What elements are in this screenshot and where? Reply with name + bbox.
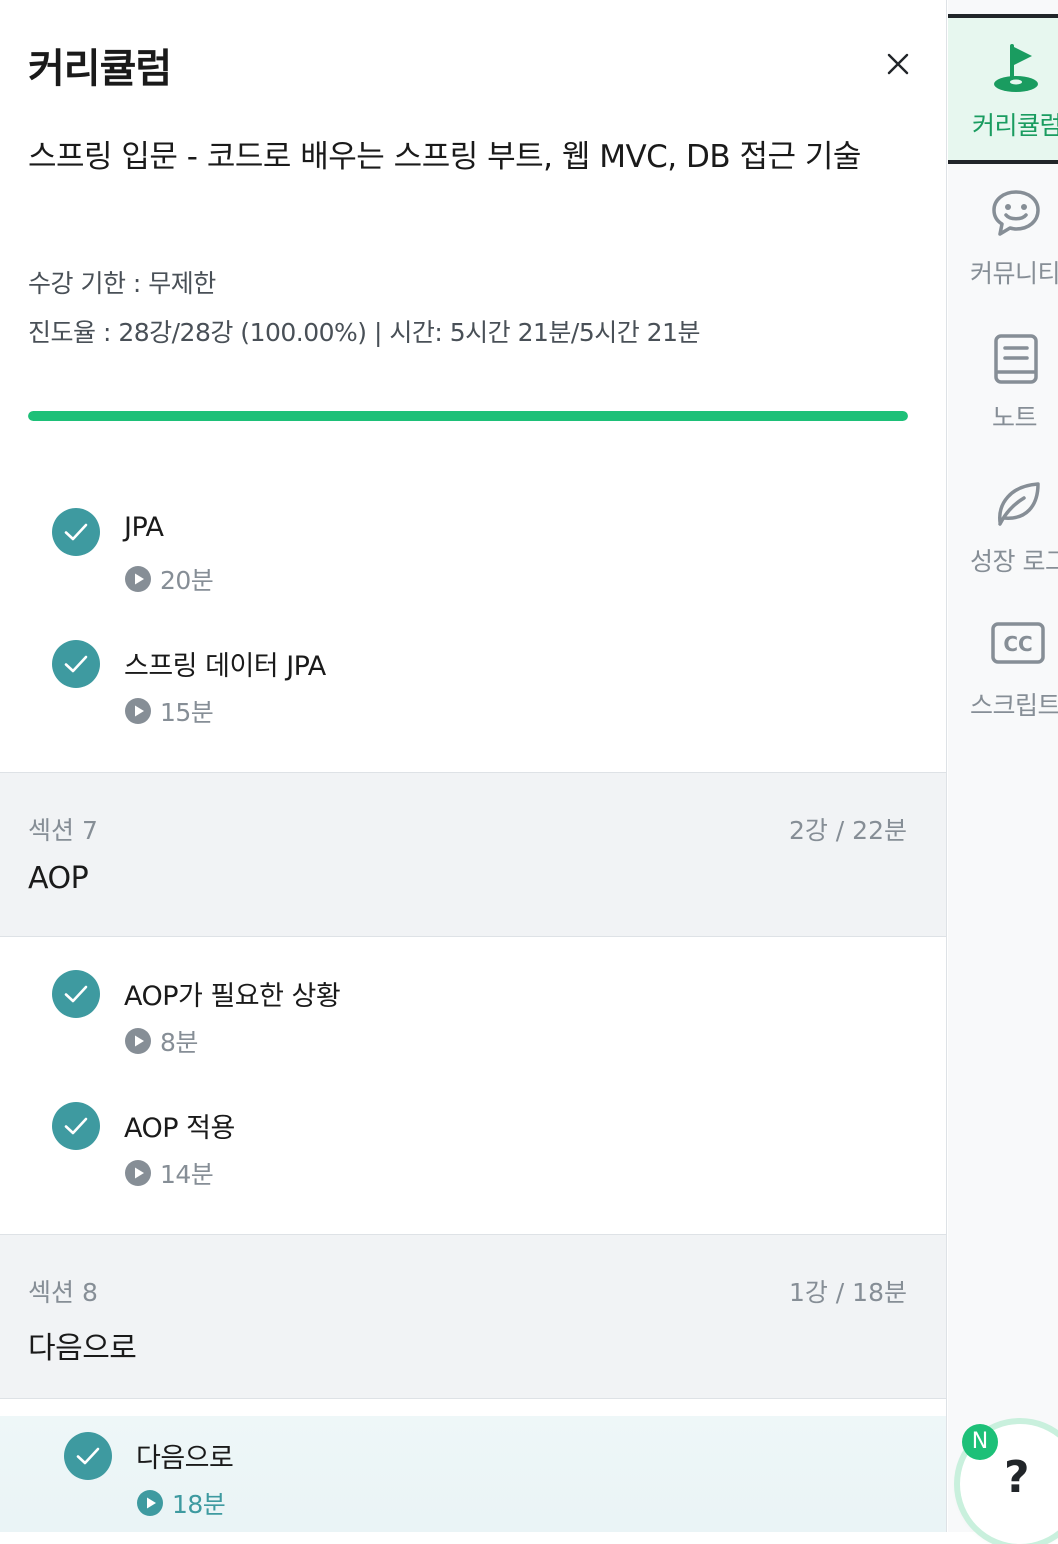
lesson-item[interactable]: JPA 20분 bbox=[0, 502, 946, 634]
progress-bar-fill bbox=[28, 411, 908, 421]
lesson-title: 다음으로 bbox=[136, 1443, 234, 1474]
rail-label: 스크립트 bbox=[970, 691, 1058, 720]
lesson-duration: 14분 bbox=[124, 1158, 214, 1189]
play-icon bbox=[125, 1160, 151, 1186]
rail-item-script[interactable]: CC 스크립트 bbox=[948, 598, 1058, 743]
lesson-item-current[interactable]: 다음으로 18분 bbox=[0, 1416, 946, 1532]
rail-label: 노트 bbox=[992, 403, 1038, 432]
section-count: 2강 / 22분 bbox=[788, 816, 907, 845]
lesson-duration: 15분 bbox=[124, 696, 214, 727]
lesson-title: AOP 적용 bbox=[124, 1113, 235, 1144]
panel-title: 커리큘럼 bbox=[28, 46, 172, 92]
section-name: 다음으로 bbox=[28, 1331, 137, 1366]
lesson-title: 스프링 데이터 JPA bbox=[124, 651, 326, 682]
play-icon bbox=[125, 698, 151, 724]
section-name: AOP bbox=[28, 861, 89, 896]
question-icon: ? bbox=[1004, 1452, 1030, 1503]
section-number: 섹션 8 bbox=[28, 1278, 98, 1307]
flag-icon bbox=[994, 44, 1038, 92]
svg-text:CC: CC bbox=[1003, 632, 1032, 656]
rail-item-curriculum[interactable]: 커리큘럼 bbox=[948, 14, 1058, 164]
closed-caption-icon: CC bbox=[991, 622, 1045, 664]
lesson-item[interactable]: 스프링 데이터 JPA 15분 bbox=[0, 634, 946, 766]
lesson-duration: 20분 bbox=[124, 564, 214, 595]
rail-label: 커리큘럼 bbox=[972, 111, 1058, 140]
lesson-duration-text: 18분 bbox=[172, 1490, 226, 1519]
play-icon bbox=[125, 566, 151, 592]
play-icon bbox=[137, 1490, 163, 1516]
course-progress-text: 진도율 : 28강/28강 (100.00%) | 시간: 5시간 21분/5시… bbox=[28, 318, 701, 347]
check-circle-icon bbox=[64, 1432, 112, 1480]
check-circle-icon bbox=[52, 970, 100, 1018]
lesson-duration-text: 14분 bbox=[160, 1160, 214, 1189]
rail-item-growth-log[interactable]: 성장 로그 bbox=[948, 454, 1058, 599]
lesson-item[interactable]: AOP가 필요한 상황 8분 bbox=[0, 964, 946, 1096]
lesson-duration-text: 20분 bbox=[160, 566, 214, 595]
close-button[interactable] bbox=[880, 46, 916, 82]
note-book-icon bbox=[994, 334, 1038, 384]
lesson-title: AOP가 필요한 상황 bbox=[124, 981, 341, 1012]
chat-smile-icon bbox=[992, 190, 1040, 236]
check-circle-icon bbox=[52, 1102, 100, 1150]
curriculum-panel: 커리큘럼 스프링 입문 - 코드로 배우는 스프링 부트, 웹 MVC, DB … bbox=[0, 0, 947, 1532]
lesson-duration-text: 8분 bbox=[160, 1028, 198, 1057]
rail-label: 커뮤니티 bbox=[970, 259, 1058, 288]
check-circle-icon bbox=[52, 508, 100, 556]
rail-item-note[interactable]: 노트 bbox=[948, 310, 1058, 455]
notification-badge: N bbox=[962, 1424, 998, 1460]
section-number: 섹션 7 bbox=[28, 816, 98, 845]
lesson-title: JPA bbox=[124, 512, 164, 543]
course-period: 수강 기한 : 무제한 bbox=[28, 269, 216, 298]
leaf-icon bbox=[998, 482, 1040, 526]
section-header-7[interactable]: 섹션 7 2강 / 22분 AOP bbox=[0, 772, 946, 937]
rail-label: 성장 로그 bbox=[970, 547, 1058, 576]
rail-item-community[interactable]: 커뮤니티 bbox=[948, 166, 1058, 311]
check-circle-icon bbox=[52, 640, 100, 688]
play-icon bbox=[125, 1028, 151, 1054]
course-title: 스프링 입문 - 코드로 배우는 스프링 부트, 웹 MVC, DB 접근 기술 bbox=[28, 139, 861, 175]
close-icon bbox=[887, 53, 909, 75]
side-rail: 커리큘럼 커뮤니티 노트 성장 로그 CC 스크립트 bbox=[948, 0, 1058, 1532]
lesson-duration: 8분 bbox=[124, 1026, 198, 1057]
section-count: 1강 / 18분 bbox=[788, 1278, 907, 1307]
lesson-duration-text: 15분 bbox=[160, 698, 214, 727]
lesson-item[interactable]: AOP 적용 14분 bbox=[0, 1096, 946, 1228]
section-header-8[interactable]: 섹션 8 1강 / 18분 다음으로 bbox=[0, 1234, 946, 1399]
progress-bar bbox=[28, 411, 908, 421]
lesson-duration: 18분 bbox=[136, 1488, 226, 1519]
